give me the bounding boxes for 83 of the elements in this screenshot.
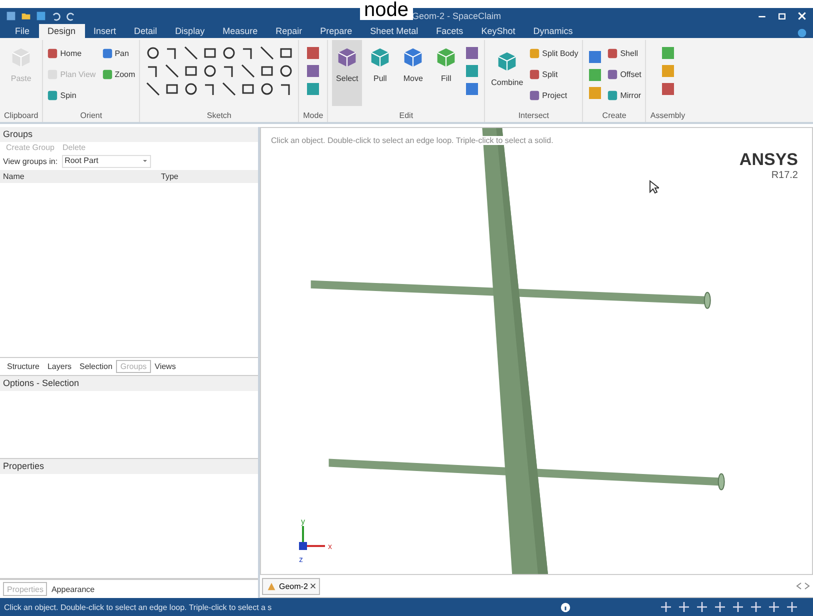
ribbon-tab[interactable]: Design <box>38 24 85 38</box>
ribbon-group-label: Intersect <box>518 111 550 122</box>
ribbon-small-button[interactable]: Pan <box>102 44 136 62</box>
square-icon <box>47 90 58 100</box>
panel-header: Options - Selection <box>0 376 258 391</box>
axis-triad-drawing: y x z <box>289 516 339 566</box>
panel-header: Groups <box>0 127 258 142</box>
ribbon-tab[interactable]: Dynamics <box>524 24 582 38</box>
ribbon-tab[interactable]: Facets <box>427 24 472 38</box>
panel-tab[interactable]: Appearance <box>47 582 99 596</box>
document-tab[interactable]: Geom-2 <box>262 578 320 594</box>
ribbon-tab[interactable]: Repair <box>266 24 312 38</box>
square-icon <box>607 48 618 58</box>
app-icon <box>6 11 16 21</box>
redo-icon[interactable] <box>66 11 76 21</box>
square-icon <box>102 48 113 58</box>
square-icon <box>529 90 540 100</box>
ribbon-small-button[interactable]: Shell <box>607 44 642 62</box>
undo-icon[interactable] <box>51 11 61 21</box>
ribbon-tab[interactable]: Sheet Metal <box>361 24 428 38</box>
ribbon-button[interactable]: Combine <box>489 44 526 110</box>
square-icon <box>607 90 618 100</box>
tool-icons-drawing[interactable] <box>587 48 604 102</box>
panel-tab[interactable]: Selection <box>75 360 116 373</box>
column-header[interactable]: Name <box>3 172 161 181</box>
view-groups-dropdown[interactable]: Root Part <box>62 155 151 168</box>
cursor-icon <box>649 180 659 194</box>
viewport[interactable]: Click an object. Double-click to select an edge loop. Triple-click to select a solid. ANSYS R17.2 y x z <box>260 127 813 575</box>
ribbon-small-button[interactable]: Home <box>47 44 96 62</box>
ribbon-group-label: Edit <box>399 111 414 122</box>
restore-icon[interactable] <box>777 11 787 21</box>
ribbon-small-button[interactable]: Zoom <box>102 65 136 83</box>
ribbon-group-label: Orient <box>80 111 102 122</box>
tool-icons-drawing[interactable] <box>305 44 322 98</box>
square-icon <box>529 68 540 80</box>
ribbon-small-button[interactable]: Project <box>529 86 578 104</box>
ribbon-tab[interactable]: KeyShot <box>472 24 524 38</box>
field-label: View groups in: <box>3 157 58 166</box>
tool-icons-drawing[interactable] <box>660 44 676 98</box>
ribbon-button[interactable]: Select <box>332 40 362 106</box>
folder-icon[interactable] <box>21 11 31 21</box>
square-icon <box>607 68 618 80</box>
ribbon-tab[interactable]: File <box>6 24 39 38</box>
ribbon-group-label: Mode <box>303 111 324 122</box>
info-icon[interactable] <box>560 602 571 612</box>
panel-tab[interactable]: Views <box>150 360 180 373</box>
version-text: R17.2 <box>771 170 798 181</box>
ribbon-tab[interactable]: Prepare <box>311 24 362 38</box>
status-message: Click an object. Double-click to select an edge loop. Triple-click to select a s <box>4 602 272 612</box>
scroll-arrows-icon[interactable] <box>795 582 811 590</box>
square-icon <box>529 48 540 58</box>
square-icon <box>47 48 58 58</box>
caption-text: node <box>360 0 412 20</box>
ribbon-small-button[interactable]: Mirror <box>607 86 642 104</box>
ribbon-tab[interactable]: Detail <box>125 24 166 38</box>
window-title: Geom-2 - SpaceClaim <box>410 11 502 21</box>
tool-icons-drawing[interactable] <box>464 44 480 98</box>
hint-text: Click an object. Double-click to select an edge loop. Triple-click to select a solid. <box>271 136 554 145</box>
ribbon-group-label: Assembly <box>650 111 686 122</box>
ribbon-button[interactable]: Fill <box>431 40 462 106</box>
ribbon-group-label: Create <box>602 111 626 122</box>
triangle-icon <box>266 580 277 592</box>
ribbon-tab[interactable]: Measure <box>214 24 267 38</box>
ribbon-group-label: Sketch <box>206 111 232 122</box>
ribbon-button[interactable]: Move <box>398 40 428 106</box>
ribbon-tab[interactable]: Insert <box>84 24 126 38</box>
ribbon-button[interactable]: Pull <box>365 40 396 106</box>
logo-text: ANSYS <box>739 150 798 170</box>
panel-tab[interactable]: Structure <box>3 360 44 373</box>
ribbon-group-label: Clipboard <box>4 111 38 122</box>
help-icon[interactable] <box>797 28 807 38</box>
ribbon-tab[interactable]: Display <box>166 24 214 38</box>
panel-header: Properties <box>0 459 258 474</box>
column-header[interactable]: Type <box>161 172 178 181</box>
save-icon[interactable] <box>36 11 46 21</box>
ribbon-small-button[interactable]: Spin <box>47 86 96 104</box>
ribbon-small-button[interactable]: Offset <box>607 65 642 83</box>
close-icon[interactable] <box>310 583 316 589</box>
sketch-tools-drawing[interactable] <box>144 44 294 98</box>
square-icon <box>102 68 113 80</box>
panel-tab[interactable]: Layers <box>43 360 76 373</box>
ribbon-small-button[interactable]: Split Body <box>529 44 578 62</box>
ribbon-small-button[interactable]: Split <box>529 65 578 83</box>
